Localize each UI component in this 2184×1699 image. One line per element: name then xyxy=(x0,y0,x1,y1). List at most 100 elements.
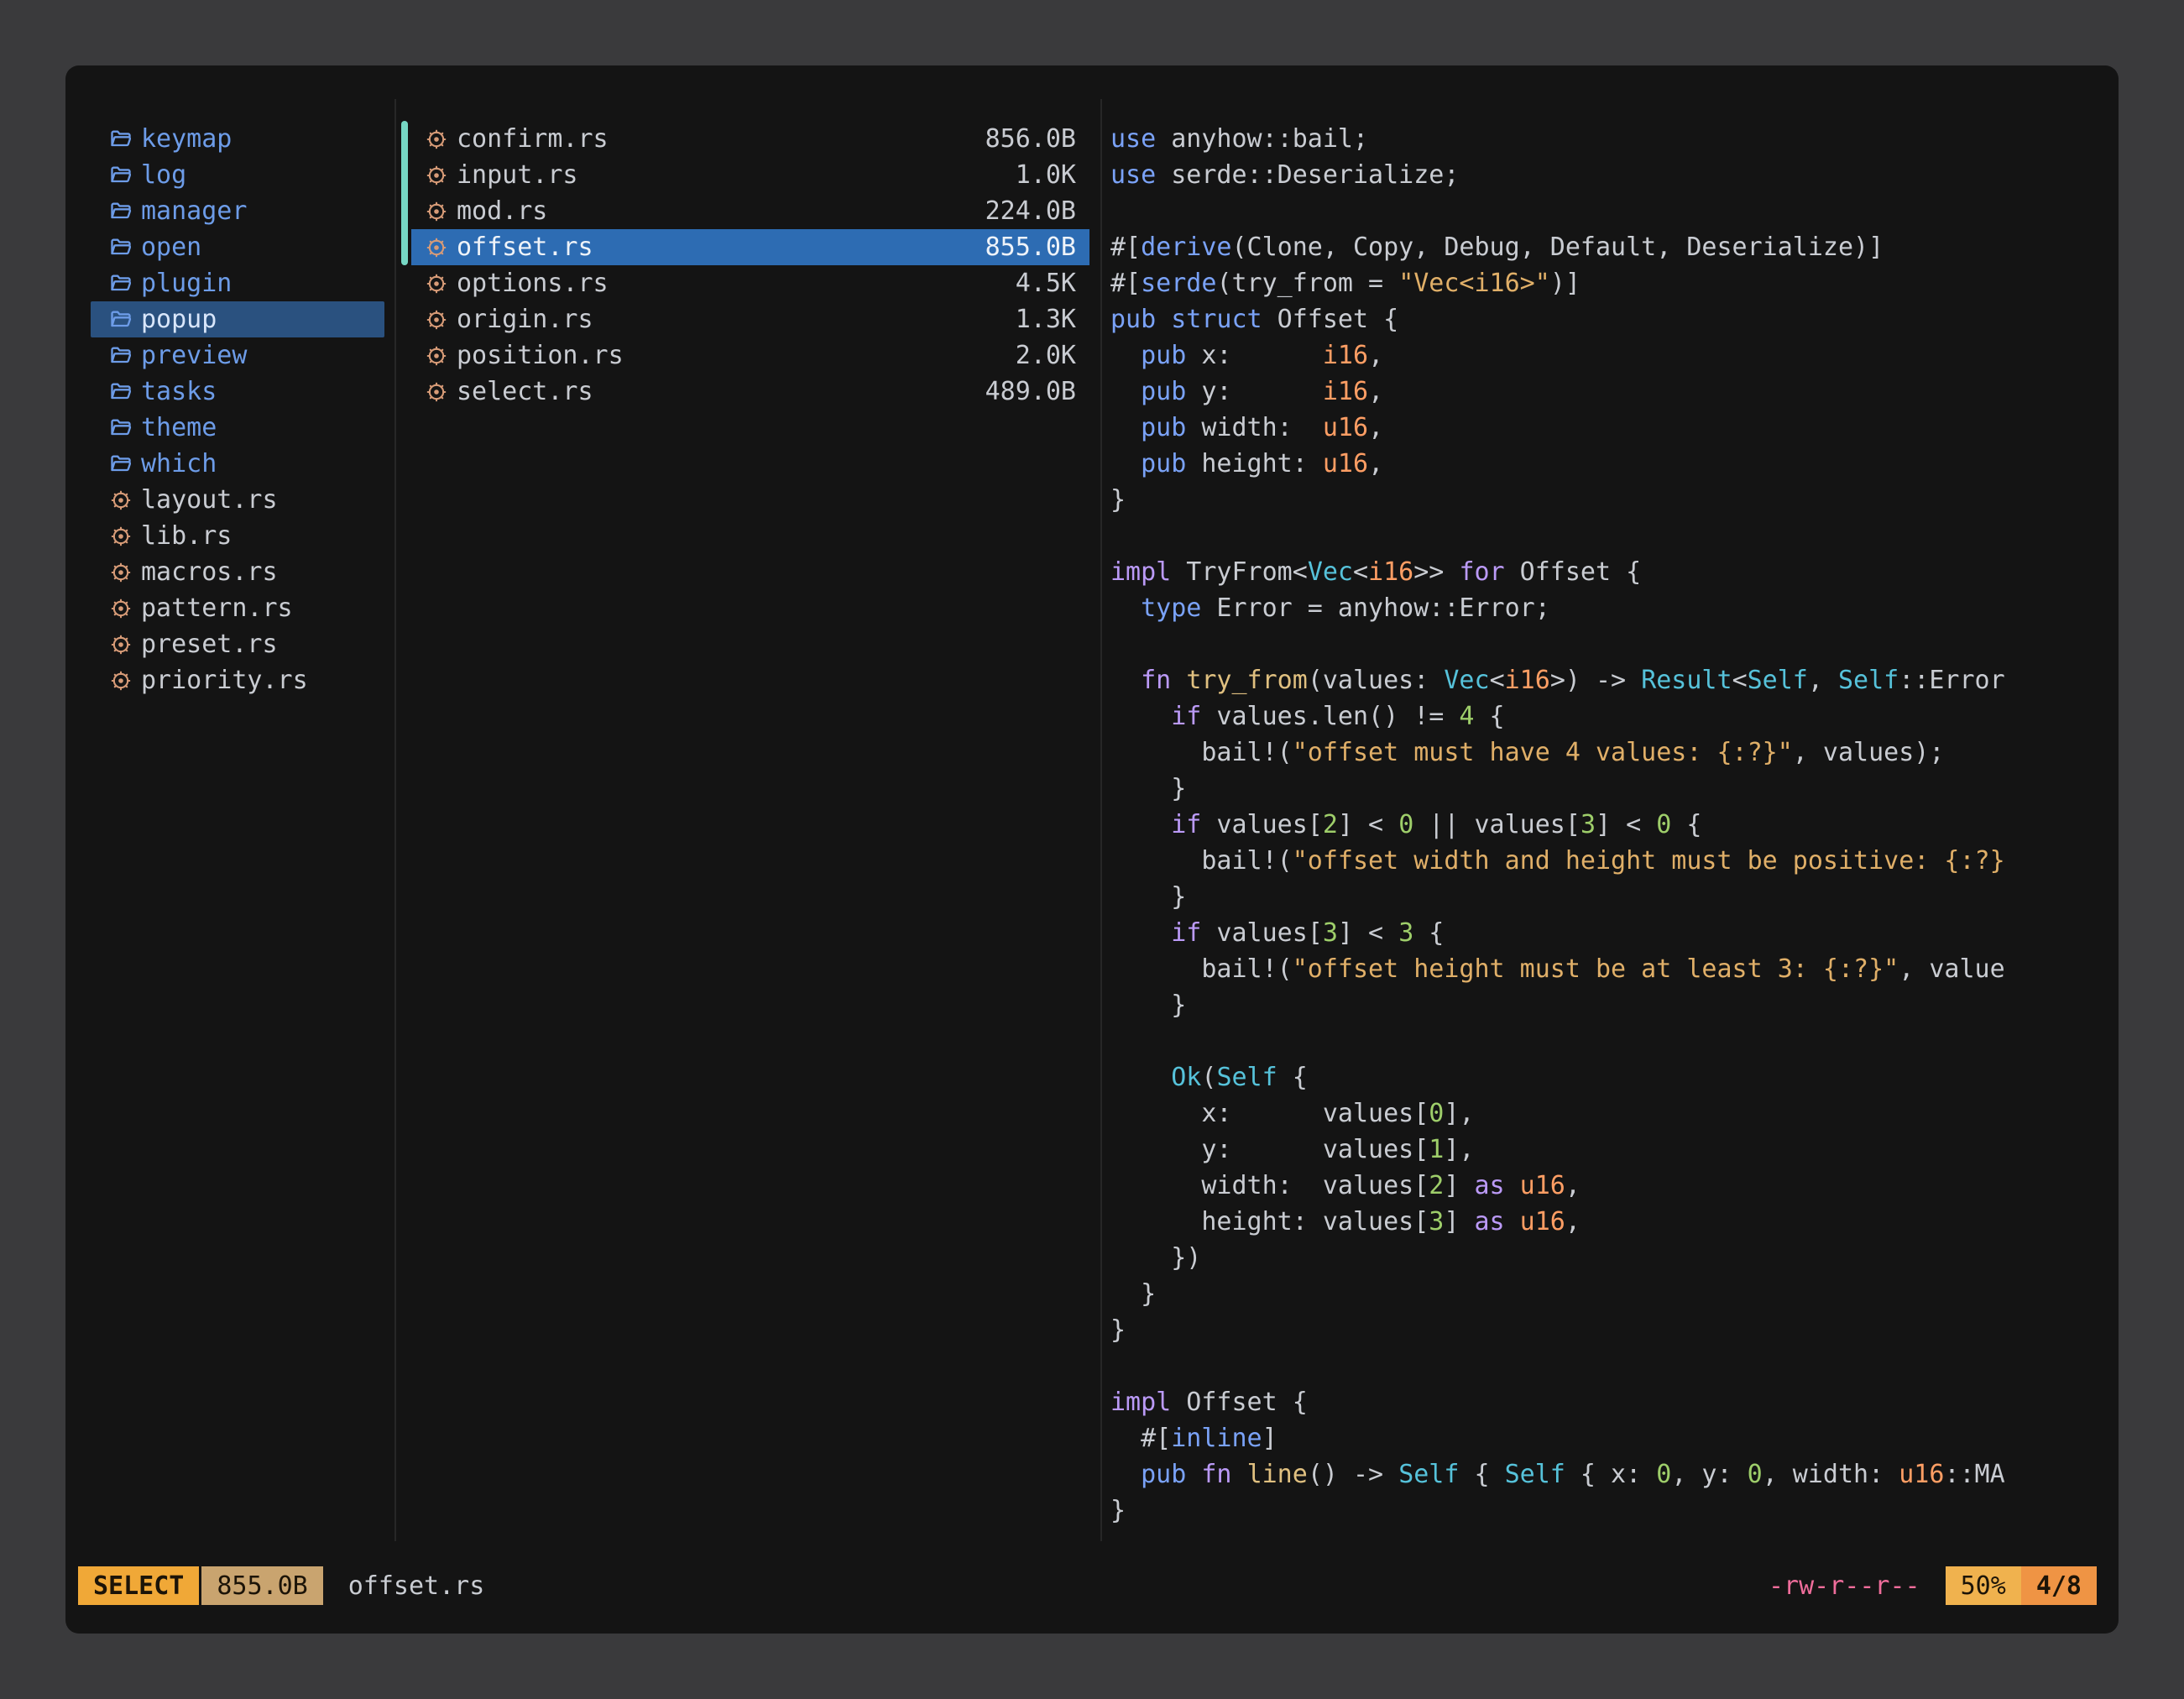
code-line: impl TryFrom<Vec<i16>> for Offset { xyxy=(1110,554,2114,590)
folder-icon xyxy=(109,272,133,295)
code-line xyxy=(1110,193,2114,229)
code-line: #[serde(try_from = "Vec<i16>")] xyxy=(1110,265,2114,301)
sidebar-item-label: pattern.rs xyxy=(141,590,293,626)
sidebar-item-log[interactable]: log xyxy=(91,157,384,193)
sidebar-item-lib-rs[interactable]: lib.rs xyxy=(91,518,384,554)
folder-icon xyxy=(109,452,133,476)
rust-file-icon xyxy=(425,308,448,332)
code-line: y: values[1], xyxy=(1110,1132,2114,1168)
folder-icon xyxy=(109,380,133,404)
rust-file-icon xyxy=(109,489,133,512)
folder-icon xyxy=(109,416,133,440)
code-line: Ok(Self { xyxy=(1110,1059,2114,1095)
file-size: 489.0B xyxy=(985,374,1076,410)
code-line: pub x: i16, xyxy=(1110,337,2114,374)
sidebar-item-theme[interactable]: theme xyxy=(91,410,384,446)
code-line: #[derive(Clone, Copy, Debug, Default, De… xyxy=(1110,229,2114,265)
preview-pane: use anyhow::bail;use serde::Deserialize;… xyxy=(1110,121,2114,1548)
sidebar-item-label: preview xyxy=(141,337,247,374)
file-size: 2.0K xyxy=(1016,337,1076,374)
code-line: if values.len() != 4 { xyxy=(1110,698,2114,734)
file-list-scrollbar[interactable] xyxy=(401,121,408,265)
rust-file-icon xyxy=(425,164,448,187)
sidebar-item-label: plugin xyxy=(141,265,232,301)
sidebar-item-label: log xyxy=(141,157,186,193)
sidebar-list: keymaplogmanageropenpluginpopuppreviewta… xyxy=(65,121,394,698)
sidebar-item-plugin[interactable]: plugin xyxy=(91,265,384,301)
file-name: input.rs xyxy=(457,157,578,193)
sidebar-item-pattern-rs[interactable]: pattern.rs xyxy=(91,590,384,626)
file-size: 4.5K xyxy=(1016,265,1076,301)
code-line: pub struct Offset { xyxy=(1110,301,2114,337)
code-line: impl Offset { xyxy=(1110,1384,2114,1420)
status-filename: offset.rs xyxy=(348,1568,485,1604)
preview-code: use anyhow::bail;use serde::Deserialize;… xyxy=(1110,121,2114,1529)
sidebar-item-label: layout.rs xyxy=(141,482,278,518)
sidebar-item-manager[interactable]: manager xyxy=(91,193,384,229)
rust-file-icon xyxy=(425,344,448,368)
rust-file-icon xyxy=(109,525,133,548)
code-line: pub height: u16, xyxy=(1110,446,2114,482)
sidebar-item-label: macros.rs xyxy=(141,554,278,590)
file-row[interactable]: origin.rs1.3K xyxy=(411,301,1089,337)
code-line: use anyhow::bail; xyxy=(1110,121,2114,157)
sidebar-item-tasks[interactable]: tasks xyxy=(91,374,384,410)
file-row[interactable]: mod.rs224.0B xyxy=(411,193,1089,229)
sidebar-item-layout-rs[interactable]: layout.rs xyxy=(91,482,384,518)
sidebar-item-macros-rs[interactable]: macros.rs xyxy=(91,554,384,590)
sidebar-item-label: manager xyxy=(141,193,247,229)
status-bar: SELECT 855.0B offset.rs -rw-r--r-- 50% 4… xyxy=(65,1566,2119,1605)
sidebar-item-label: popup xyxy=(141,301,217,337)
code-line: } xyxy=(1110,771,2114,807)
file-name: select.rs xyxy=(457,374,593,410)
pane-divider-left xyxy=(394,99,396,1541)
code-line: pub width: u16, xyxy=(1110,410,2114,446)
sidebar-item-preset-rs[interactable]: preset.rs xyxy=(91,626,384,662)
folder-icon xyxy=(109,236,133,259)
code-line: width: values[2] as u16, xyxy=(1110,1168,2114,1204)
file-row[interactable]: options.rs 4.5K xyxy=(411,265,1089,301)
file-row[interactable]: confirm.rs856.0B xyxy=(411,121,1089,157)
rust-file-icon xyxy=(109,633,133,656)
file-size: 856.0B xyxy=(985,121,1076,157)
folder-icon xyxy=(109,164,133,187)
sidebar-item-priority-rs[interactable]: priority.rs xyxy=(91,662,384,698)
code-line: } xyxy=(1110,1493,2114,1529)
file-size: 224.0B xyxy=(985,193,1076,229)
code-line xyxy=(1110,1348,2114,1384)
rust-file-icon xyxy=(109,597,133,620)
code-line: #[inline] xyxy=(1110,1420,2114,1456)
file-list: confirm.rs856.0Binput.rs1.0Kmod.rs224.0B… xyxy=(411,121,1089,410)
sidebar-item-which[interactable]: which xyxy=(91,446,384,482)
code-line: height: values[3] as u16, xyxy=(1110,1204,2114,1240)
code-line: type Error = anyhow::Error; xyxy=(1110,590,2114,626)
rust-file-icon xyxy=(109,669,133,693)
file-row[interactable]: offset.rs855.0B xyxy=(411,229,1089,265)
file-permissions: -rw-r--r-- xyxy=(1769,1568,1920,1604)
rust-file-icon xyxy=(425,272,448,295)
mode-badge: SELECT xyxy=(78,1566,199,1605)
sidebar-item-open[interactable]: open xyxy=(91,229,384,265)
file-row[interactable]: position.rs2.0K xyxy=(411,337,1089,374)
sidebar-item-popup[interactable]: popup xyxy=(91,301,384,337)
file-row[interactable]: input.rs1.0K xyxy=(411,157,1089,193)
pane-divider-right xyxy=(1100,99,1102,1541)
sidebar-item-label: priority.rs xyxy=(141,662,308,698)
file-name: options.rs xyxy=(457,265,609,301)
code-line: } xyxy=(1110,1276,2114,1312)
code-line: if values[3] < 3 { xyxy=(1110,915,2114,951)
code-line: pub y: i16, xyxy=(1110,374,2114,410)
code-line xyxy=(1110,518,2114,554)
code-line xyxy=(1110,626,2114,662)
sidebar-item-preview[interactable]: preview xyxy=(91,337,384,374)
code-line: } xyxy=(1110,482,2114,518)
code-line: } xyxy=(1110,987,2114,1023)
rust-file-icon xyxy=(425,236,448,259)
scroll-percent-badge: 50% xyxy=(1946,1566,2021,1605)
cursor-position-badge: 4/8 xyxy=(2021,1566,2097,1605)
file-row[interactable]: select.rs 489.0B xyxy=(411,374,1089,410)
code-line: bail!("offset width and height must be p… xyxy=(1110,843,2114,879)
folder-icon xyxy=(109,200,133,223)
code-line: } xyxy=(1110,1312,2114,1348)
sidebar-item-keymap[interactable]: keymap xyxy=(91,121,384,157)
